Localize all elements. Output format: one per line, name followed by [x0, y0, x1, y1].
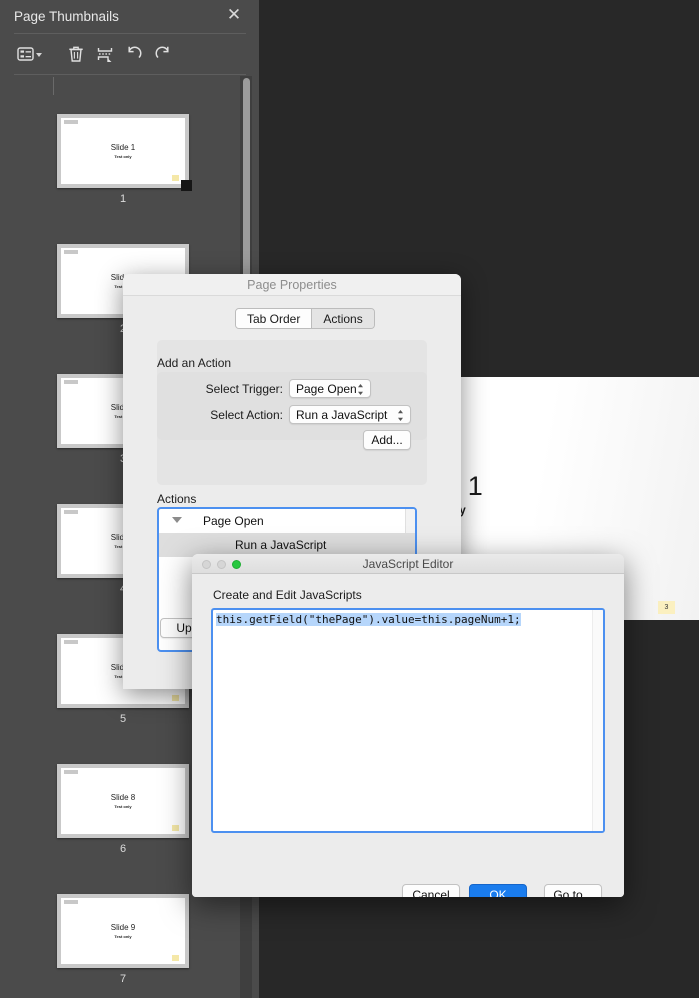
thumbnail-number: 6: [119, 843, 127, 855]
thumbnail-number: 5: [119, 713, 127, 725]
thumbnail-field-mark: [172, 825, 179, 831]
select-action-dropdown[interactable]: Run a JavaScript: [289, 405, 411, 424]
tab-actions[interactable]: Actions: [311, 309, 374, 328]
rotate-counterclockwise-icon[interactable]: [123, 43, 145, 65]
code-text: this.getField("thePage").value=this.page…: [216, 613, 521, 626]
page-properties-titlebar[interactable]: Page Properties: [123, 274, 461, 296]
thumbnail-number: 7: [119, 973, 127, 985]
chevron-updown-icon: [396, 407, 405, 424]
thumbnail-selection-handle: [181, 180, 192, 191]
thumbnail-corner-mark: [64, 900, 78, 904]
list-item[interactable]: Slide 9 Test only 7: [57, 894, 189, 985]
javascript-editor-caption: Create and Edit JavaScripts: [213, 588, 362, 602]
thumbnail-title: Slide 8: [110, 793, 136, 802]
javascript-editor-window: JavaScript Editor Create and Edit JavaSc…: [192, 554, 624, 897]
minimize-window-icon[interactable]: [217, 560, 226, 569]
close-window-icon[interactable]: [202, 560, 211, 569]
close-icon[interactable]: ✕: [225, 6, 243, 24]
thumbnail-corner-mark: [64, 120, 78, 124]
select-trigger-value: Page Open: [296, 382, 357, 396]
add-an-action-label: Add an Action: [157, 356, 232, 370]
select-trigger-label: Select Trigger:: [205, 382, 283, 396]
go-to-button[interactable]: Go to...: [544, 884, 602, 897]
the-page-form-field[interactable]: 3: [658, 601, 675, 614]
thumbnail-field-mark: [172, 695, 179, 701]
thumbnail-title: Slide 1: [110, 143, 136, 152]
page-properties-title: Page Properties: [247, 278, 337, 292]
chevron-down-icon[interactable]: [172, 517, 182, 523]
thumbnail-subtitle: Test only: [114, 804, 132, 809]
thumbnail-frame[interactable]: Slide 8 Test only: [57, 764, 189, 838]
action-trigger-label: Page Open: [203, 514, 264, 528]
page-properties-tabs: Tab Order Actions: [235, 308, 375, 329]
header-divider: [14, 33, 246, 34]
panel-toolbar: [0, 36, 259, 95]
select-action-label: Select Action:: [210, 408, 283, 422]
thumbnail-page: Slide 1 Test only: [61, 118, 185, 184]
thumbnail-frame[interactable]: Slide 1 Test only: [57, 114, 192, 191]
add-action-button[interactable]: Add...: [363, 430, 411, 450]
thumbnail-corner-mark: [64, 250, 78, 254]
javascript-editor-titlebar[interactable]: JavaScript Editor: [192, 554, 624, 574]
thumbnail-number: 1: [119, 193, 127, 205]
cancel-button[interactable]: Cancel: [402, 884, 460, 897]
code-line: this.getField("thePage").value=this.page…: [216, 613, 521, 626]
thumbnail-corner-mark: [64, 510, 78, 514]
chevron-down-icon[interactable]: [34, 43, 44, 65]
tab-tab-order[interactable]: Tab Order: [236, 309, 312, 328]
thumbnail-corner-mark: [64, 640, 78, 644]
action-row-trigger[interactable]: Page Open: [159, 509, 415, 533]
rotate-clockwise-icon[interactable]: [152, 43, 174, 65]
thumbnail-corner-mark: [64, 770, 78, 774]
action-script-label: Run a JavaScript: [235, 538, 327, 552]
javascript-code-editor[interactable]: this.getField("thePage").value=this.page…: [211, 608, 605, 833]
thumbnail-page: Slide 9 Test only: [61, 898, 185, 964]
trash-icon[interactable]: [65, 43, 87, 65]
thumbnail-field-mark: [172, 955, 179, 961]
panel-header: Page Thumbnails ✕: [0, 0, 259, 34]
thumbnail-subtitle: Test only: [114, 154, 132, 159]
list-item[interactable]: Slide 1 Test only 1: [57, 114, 192, 205]
actions-list-label: Actions: [157, 492, 197, 506]
panel-title: Page Thumbnails: [14, 9, 119, 24]
thumbnail-field-mark: [172, 175, 179, 181]
chevron-updown-icon: [356, 381, 365, 398]
list-item[interactable]: Slide 8 Test only 6: [57, 764, 189, 855]
select-trigger-dropdown[interactable]: Page Open: [289, 379, 371, 398]
thumbnail-page: Slide 8 Test only: [61, 768, 185, 834]
thumbnail-title: Slide 9: [110, 923, 136, 932]
thumbnail-subtitle: Test only: [114, 934, 132, 939]
maximize-window-icon[interactable]: [232, 560, 241, 569]
code-editor-scrollbar[interactable]: [592, 610, 603, 831]
javascript-editor-body: Create and Edit JavaScripts this.getFiel…: [192, 574, 624, 897]
extract-pages-icon[interactable]: [94, 43, 116, 65]
thumbnail-frame[interactable]: Slide 9 Test only: [57, 894, 189, 968]
select-action-value: Run a JavaScript: [296, 408, 388, 422]
javascript-editor-title: JavaScript Editor: [362, 557, 454, 571]
app-window: Slide 1 Test only 3 Page Thumbnails ✕: [0, 0, 699, 998]
ok-button[interactable]: OK: [469, 884, 527, 897]
thumbnail-corner-mark: [64, 380, 78, 384]
toolbar-divider: [14, 74, 246, 75]
